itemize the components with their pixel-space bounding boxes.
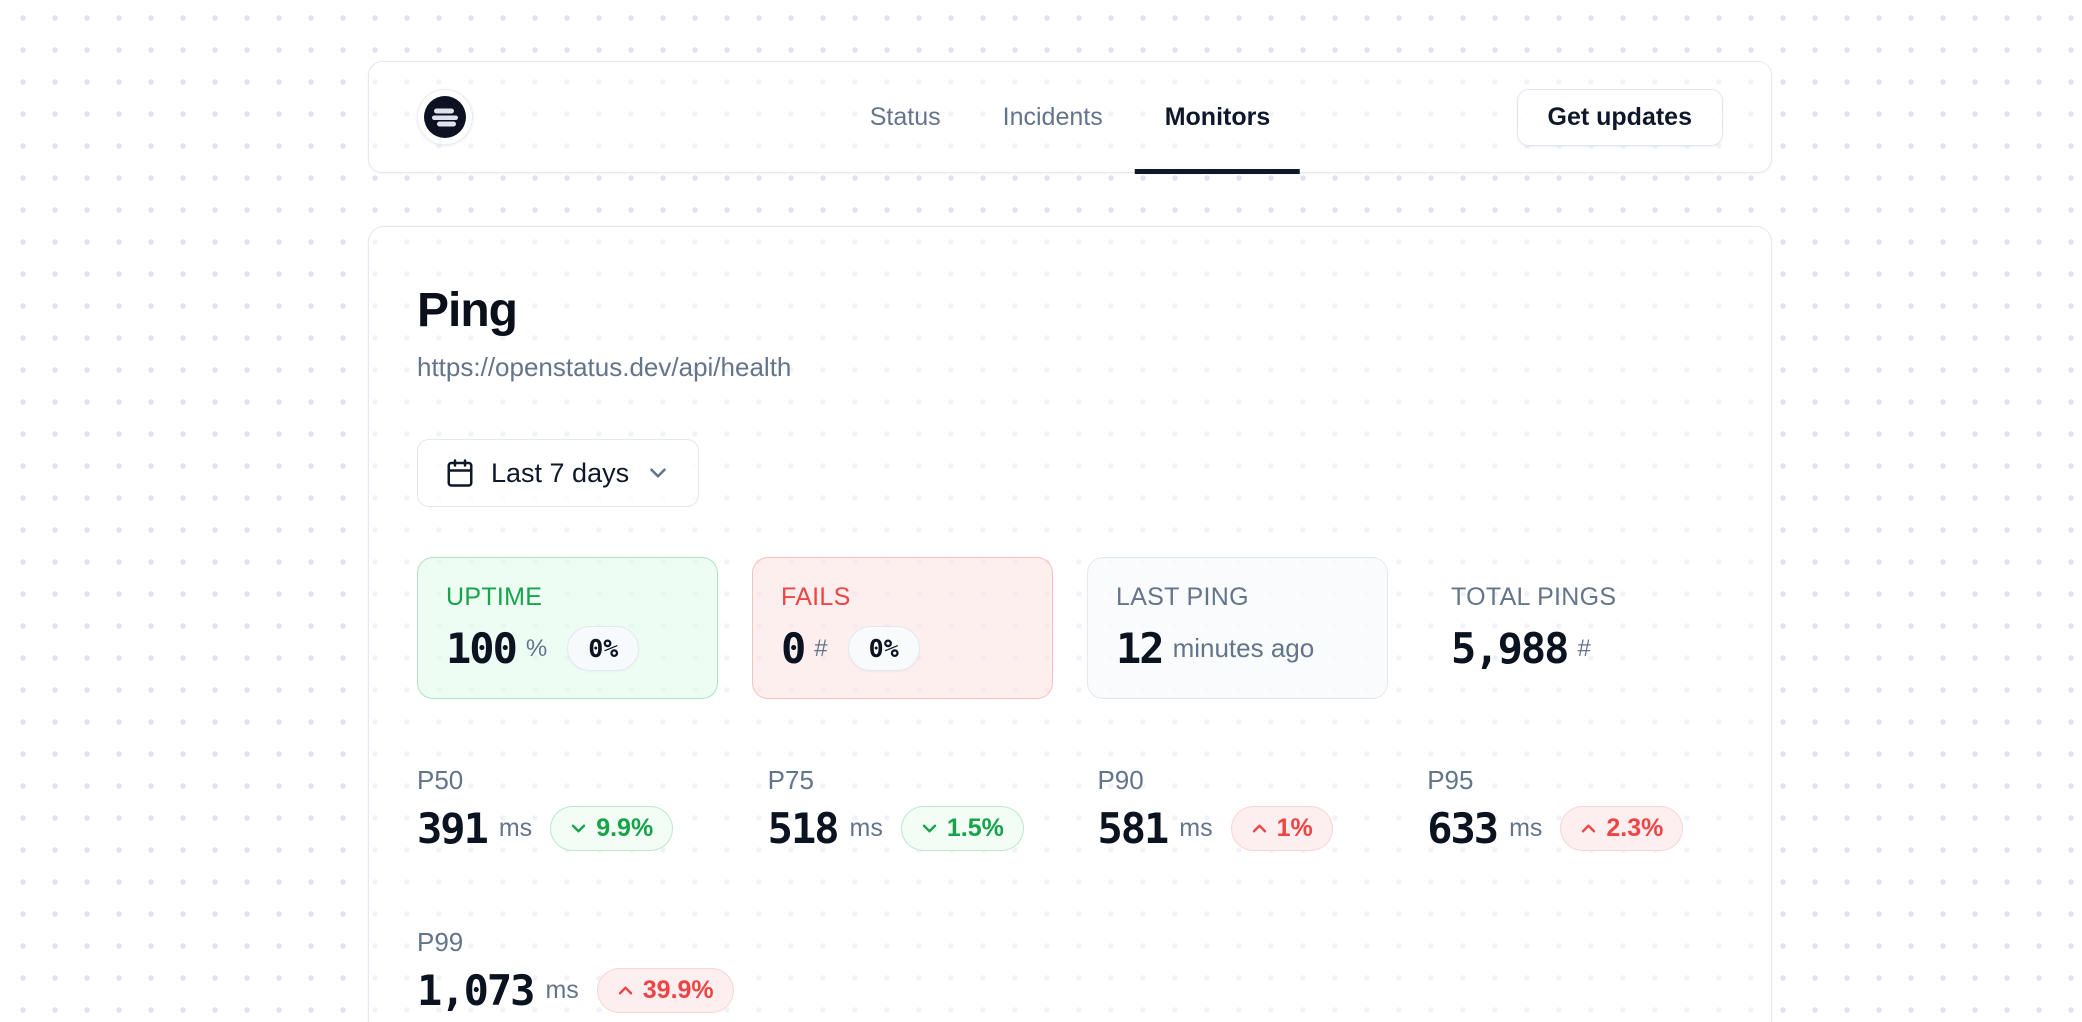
stat-unit: %	[526, 635, 547, 663]
stat-delta-badge: 0%	[848, 626, 920, 671]
percentile-unit: ms	[1509, 814, 1542, 843]
percentile-label: P50	[417, 765, 734, 796]
chevron-down-icon	[645, 460, 671, 486]
tab-incidents[interactable]: Incidents	[973, 62, 1133, 172]
status-page-logo[interactable]	[417, 89, 473, 145]
chevron-down-icon	[570, 823, 587, 834]
stat-card-uptime: UPTIME 100 % 0%	[417, 557, 718, 699]
percentile-label: P99	[417, 927, 734, 958]
trend-badge: 1%	[1231, 806, 1333, 851]
nav-tabs: Status Incidents Monitors	[840, 62, 1300, 172]
stat-unit: minutes ago	[1173, 633, 1315, 664]
percentile-unit: ms	[545, 976, 578, 1005]
percentile-p95: P95 633 ms 2.3%	[1427, 765, 1723, 853]
percentile-unit: ms	[850, 814, 883, 843]
percentile-unit: ms	[1179, 814, 1212, 843]
stat-value: 12	[1116, 624, 1163, 673]
stat-value: 5,988	[1451, 624, 1567, 673]
stat-label: FAILS	[781, 583, 1024, 612]
percentile-unit: ms	[499, 814, 532, 843]
percentile-p90: P90 581 ms 1%	[1097, 765, 1393, 853]
date-range-select[interactable]: Last 7 days	[417, 439, 699, 507]
chevron-up-icon	[1580, 823, 1597, 834]
percentile-p99: P99 1,073 ms 39.9%	[417, 927, 734, 1015]
stat-card-last-ping: LAST PING 12 minutes ago	[1087, 557, 1388, 699]
chevron-down-icon	[921, 823, 938, 834]
monitor-title: Ping	[417, 283, 1723, 338]
stat-label: UPTIME	[446, 583, 689, 612]
percentile-value: 633	[1427, 804, 1497, 853]
tab-monitors[interactable]: Monitors	[1135, 62, 1301, 172]
trend-badge: 39.9%	[597, 968, 734, 1013]
stat-unit: #	[1577, 635, 1590, 663]
monitor-url: https://openstatus.dev/api/health	[417, 352, 1723, 383]
openstatus-logo-icon	[423, 95, 467, 139]
stat-value: 100	[446, 624, 516, 673]
trend-badge: 9.9%	[550, 806, 673, 851]
trend-badge: 1.5%	[901, 806, 1024, 851]
stat-delta-badge: 0%	[567, 626, 639, 671]
percentile-label: P75	[768, 765, 1064, 796]
page-shell: Status Incidents Monitors Get updates Pi…	[368, 0, 1772, 1022]
stat-card-fails: FAILS 0 # 0%	[752, 557, 1053, 699]
stat-label: LAST PING	[1116, 583, 1359, 612]
top-nav: Status Incidents Monitors Get updates	[368, 61, 1772, 173]
stats-row: UPTIME 100 % 0% FAILS 0 # 0% LAST PING	[417, 557, 1723, 699]
date-range-label: Last 7 days	[491, 458, 629, 489]
percentile-label: P90	[1097, 765, 1393, 796]
chevron-up-icon	[617, 985, 634, 996]
stat-unit: #	[814, 635, 827, 663]
stat-label: TOTAL PINGS	[1451, 583, 1694, 612]
tab-status[interactable]: Status	[840, 62, 971, 172]
percentile-value: 1,073	[417, 966, 533, 1015]
get-updates-button[interactable]: Get updates	[1517, 89, 1723, 146]
stat-card-total-pings: TOTAL PINGS 5,988 #	[1422, 557, 1723, 699]
chevron-up-icon	[1251, 823, 1268, 834]
percentile-value: 581	[1097, 804, 1167, 853]
percentile-p75: P75 518 ms 1.5%	[768, 765, 1064, 853]
percentiles-grid: P50 391 ms 9.9% P75 518 ms	[417, 765, 1723, 1015]
percentile-value: 391	[417, 804, 487, 853]
stat-value: 0	[781, 624, 804, 673]
percentile-p50: P50 391 ms 9.9%	[417, 765, 734, 853]
trend-badge: 2.3%	[1560, 806, 1683, 851]
monitor-card: Ping https://openstatus.dev/api/health L…	[368, 226, 1772, 1022]
percentile-value: 518	[768, 804, 838, 853]
percentile-label: P95	[1427, 765, 1723, 796]
calendar-icon	[445, 458, 475, 488]
